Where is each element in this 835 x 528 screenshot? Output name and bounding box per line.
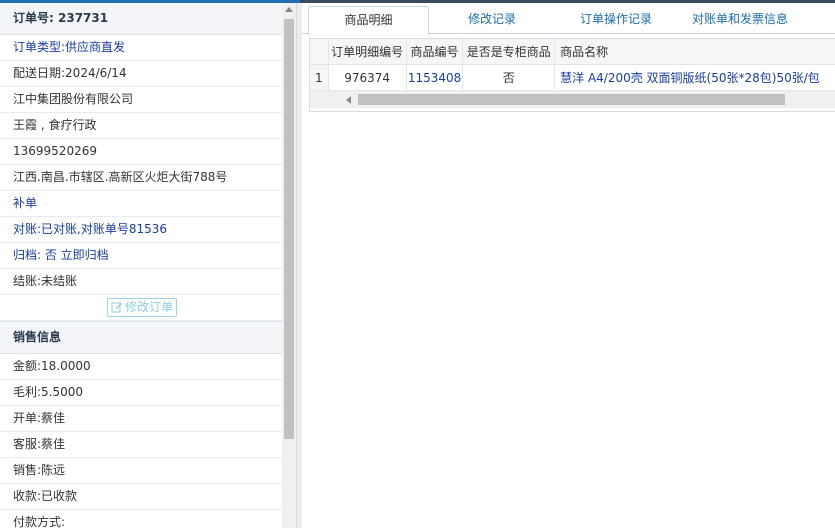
tab-modification-log[interactable]: 修改记录 <box>432 6 552 33</box>
phone-row: 13699520269 <box>0 139 282 165</box>
scroll-up-arrow-icon[interactable] <box>285 7 293 12</box>
column-header[interactable]: 商品名称 <box>554 39 835 65</box>
order-number-value: 237731 <box>58 11 109 25</box>
grid-horizontal-scrollbar[interactable] <box>310 90 835 108</box>
supplement-order-link[interactable]: 补单 <box>0 191 282 217</box>
edit-order-button[interactable]: 修改订单 <box>107 298 178 317</box>
address-row: 江西.南昌.市辖区.高新区火炬大街788号 <box>0 165 282 191</box>
issuer-row: 开单:蔡佳 <box>0 406 282 432</box>
tab-reconciliation-invoice[interactable]: 对账单和发票信息 <box>682 6 798 33</box>
left-panel-scrollbar[interactable] <box>282 3 296 528</box>
delivery-date-row: 配送日期:2024/6/14 <box>0 61 282 87</box>
is-counter-cell: 否 <box>462 64 556 91</box>
product-grid: 订单明细编号 商品编号 是否是专柜商品 商品名称 1 976374 115340… <box>309 38 835 112</box>
payment-method-row: 付款方式: <box>0 510 282 528</box>
product-name-link[interactable]: 慧洋 A4/200壳 双面铜版纸(50张*28包)50张/包 <box>554 64 835 91</box>
row-number: 1 <box>310 64 329 91</box>
salesperson-row: 销售:陈远 <box>0 458 282 484</box>
table-row[interactable]: 1 976374 1153408 否 慧洋 A4/200壳 双面铜版纸(50张*… <box>310 64 835 91</box>
amount-row: 金额:18.0000 <box>0 354 282 380</box>
scrollbar-thumb[interactable] <box>284 19 294 439</box>
product-table: 订单明细编号 商品编号 是否是专柜商品 商品名称 1 976374 115340… <box>310 39 835 91</box>
tab-product-details[interactable]: 商品明细 <box>308 6 429 35</box>
scroll-left-arrow-icon[interactable] <box>346 96 351 104</box>
scrollbar-thumb[interactable] <box>358 94 785 105</box>
company-row: 江中集团股份有限公司 <box>0 87 282 113</box>
customer-service-row: 客服:蔡佳 <box>0 432 282 458</box>
edit-order-label: 修改订单 <box>125 300 174 314</box>
order-number-header: 订单号: 237731 <box>0 3 282 35</box>
product-id-link[interactable]: 1153408 <box>406 64 464 91</box>
rownum-header <box>310 39 329 65</box>
order-number-label: 订单号: <box>13 11 54 25</box>
sales-info-header: 销售信息 <box>0 321 282 354</box>
detail-tabs: 商品明细 修改记录 订单操作记录 对账单和发票信息 <box>302 3 835 35</box>
contact-row: 王霞 , 食疗行政 <box>0 113 282 139</box>
order-detail-panel: 商品明细 修改记录 订单操作记录 对账单和发票信息 订单明细编号 商品编号 是否… <box>302 3 835 528</box>
edit-icon <box>111 302 122 313</box>
column-header[interactable]: 是否是专柜商品 <box>462 39 556 65</box>
column-header[interactable]: 订单明细编号 <box>328 39 407 65</box>
column-header[interactable]: 商品编号 <box>406 39 464 65</box>
table-header-row: 订单明细编号 商品编号 是否是专柜商品 商品名称 <box>310 39 835 65</box>
detail-id-cell: 976374 <box>328 64 407 91</box>
payment-status-row: 收款:已收款 <box>0 484 282 510</box>
edit-order-row: 修改订单 <box>0 295 282 321</box>
order-type-row: 订单类型:供应商直发 <box>0 35 282 61</box>
reconciliation-row[interactable]: 对账:已对账,对账单号81536 <box>0 217 282 243</box>
tab-operation-log[interactable]: 订单操作记录 <box>558 6 674 33</box>
settlement-row: 结账:未结账 <box>0 269 282 295</box>
archive-row[interactable]: 归档: 否 立即归档 <box>0 243 282 269</box>
gross-profit-row: 毛利:5.5000 <box>0 380 282 406</box>
order-info-panel: 订单号: 237731 订单类型:供应商直发 配送日期:2024/6/14 江中… <box>0 3 282 528</box>
